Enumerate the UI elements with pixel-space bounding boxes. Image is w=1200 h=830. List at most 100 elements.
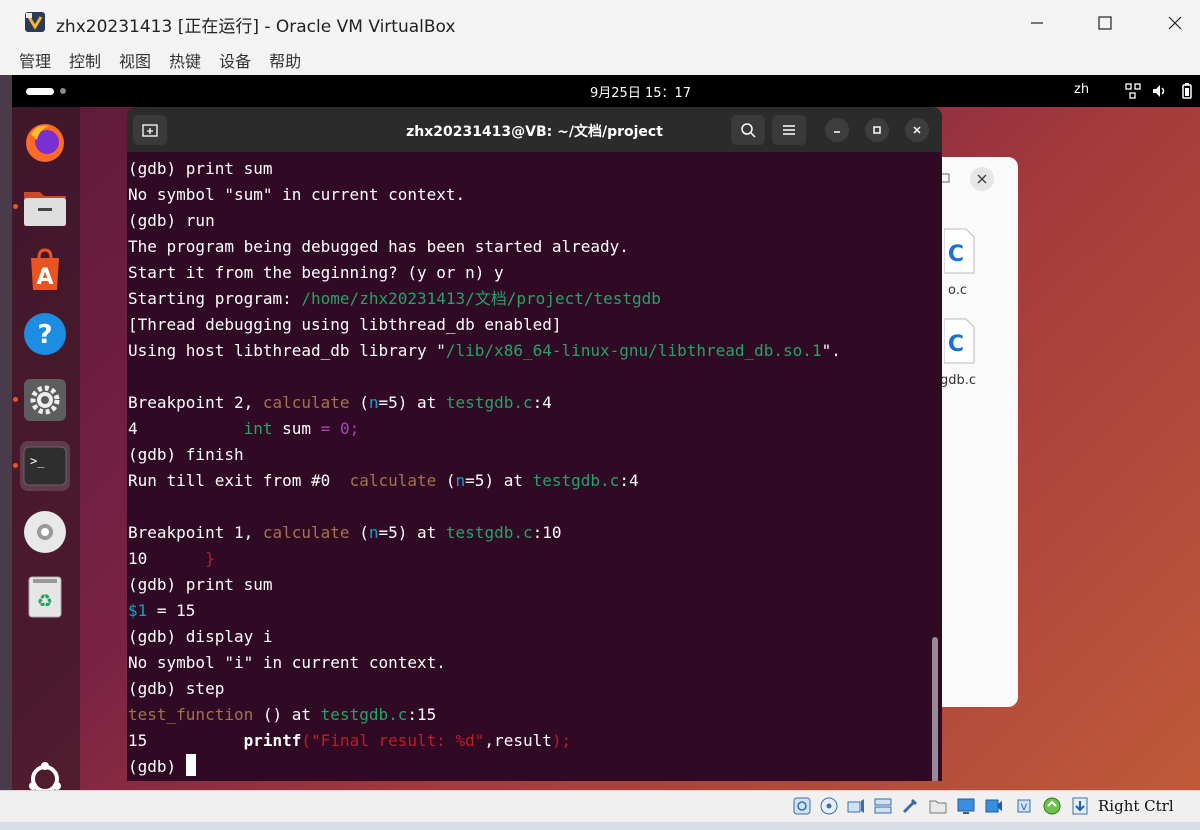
line-number: 4: [128, 419, 244, 438]
host-key-label[interactable]: Right Ctrl: [1098, 797, 1174, 815]
battery-icon[interactable]: [1178, 82, 1196, 100]
volume-icon[interactable]: [1151, 82, 1169, 100]
dock-settings[interactable]: [20, 375, 70, 425]
display-icon[interactable]: [956, 796, 976, 816]
text: :10: [532, 523, 562, 542]
menu-button[interactable]: [772, 115, 806, 145]
help-icon: ?: [24, 313, 66, 355]
menu-devices[interactable]: 设备: [219, 48, 251, 72]
terminal-output[interactable]: (gdb) print sum No symbol "sum" in curren…: [127, 152, 942, 781]
minimize-button[interactable]: [1002, 0, 1072, 45]
show-apps-icon: [29, 762, 61, 790]
terminal-line: (gdb) finish: [128, 445, 244, 464]
text: (: [349, 393, 369, 412]
file-name[interactable]: o.c: [948, 283, 967, 298]
terminal-line: Run till exit from #0 calculate (n=5) at…: [128, 468, 942, 494]
search-icon: [741, 123, 756, 138]
terminal-line: Using host libthread_db library "/lib/x8…: [128, 338, 942, 364]
mouse-integration-icon[interactable]: [1042, 796, 1062, 816]
window-title: zhx20231413 [正在运行] - Oracle VM VirtualBo…: [56, 17, 456, 37]
text: ,result: [484, 731, 552, 750]
program-path: /home/zhx20231413/文档/project/testgdb: [301, 289, 661, 308]
shared-folder-icon[interactable]: [928, 796, 948, 816]
terminal-window[interactable]: zhx20231413@VB: ~/文档/project (gdb) print…: [127, 107, 942, 781]
dock-firefox[interactable]: [20, 117, 70, 167]
dock-help[interactable]: ?: [20, 309, 70, 359]
input-method-indicator[interactable]: zh: [1074, 82, 1089, 97]
number: 0;: [330, 419, 360, 438]
optical-drive-icon[interactable]: [819, 796, 839, 816]
usb-icon[interactable]: [900, 796, 920, 816]
audio-icon[interactable]: [846, 796, 866, 816]
line-number: 10: [128, 549, 206, 568]
dock-disc[interactable]: [20, 507, 70, 557]
menu-manage[interactable]: 管理: [19, 48, 51, 72]
terminal-line: No symbol "sum" in current context.: [128, 185, 466, 204]
svg-text:♻: ♻: [37, 591, 53, 612]
file-name[interactable]: gdb.c: [940, 373, 976, 388]
cpu-icon[interactable]: V: [1014, 796, 1034, 816]
minimize-icon: [1031, 21, 1043, 24]
text-cursor: [185, 754, 196, 776]
workspace-indicator: [60, 88, 66, 94]
recording-icon[interactable]: [984, 796, 1004, 816]
close-icon: [913, 126, 921, 134]
hamburger-menu-icon: [783, 125, 795, 135]
svg-text:?: ?: [37, 320, 52, 350]
menu-view[interactable]: 视图: [119, 48, 151, 72]
network-adapter-icon[interactable]: [873, 796, 893, 816]
terminal-line: $1 = 15: [128, 598, 942, 624]
terminal-line: The program being debugged has been star…: [128, 237, 629, 256]
paren: (: [301, 731, 312, 750]
search-button[interactable]: [731, 115, 765, 145]
c-file-icon[interactable]: C: [944, 227, 976, 275]
function-call: printf: [243, 731, 302, 750]
dock-app-center[interactable]: A: [20, 245, 70, 295]
terminal-line: Starting program: /home/zhx20231413/文档/p…: [128, 286, 942, 312]
text: = 15: [147, 601, 196, 620]
function-name: calculate: [262, 393, 350, 412]
menu-help[interactable]: 帮助: [269, 48, 301, 72]
hard-disk-icon[interactable]: [792, 796, 812, 816]
close-icon: [1168, 16, 1182, 29]
source-file: testgdb.c: [320, 705, 408, 724]
network-icon[interactable]: [1124, 82, 1142, 100]
text: (: [349, 523, 369, 542]
maximize-icon: [1098, 15, 1112, 30]
text: =5) at: [465, 471, 533, 490]
text: :15: [407, 705, 437, 724]
terminal-prompt-line[interactable]: (gdb): [128, 754, 942, 780]
c-file-icon[interactable]: C: [944, 317, 976, 365]
terminal-maximize-button[interactable]: [865, 118, 889, 142]
dock-terminal[interactable]: >_: [20, 441, 70, 491]
text: =5) at: [378, 393, 446, 412]
terminal-scrollbar[interactable]: [932, 637, 938, 781]
close-window-button[interactable]: [1140, 0, 1200, 45]
menu-hotkeys[interactable]: 热键: [169, 48, 201, 72]
files-icon: [24, 192, 66, 226]
new-tab-button[interactable]: [133, 115, 167, 145]
files-window[interactable]: C o.c C gdb.c: [930, 157, 1018, 707]
activities-button[interactable]: [26, 88, 54, 95]
string-literal: "Final result: %d": [311, 731, 485, 750]
maximize-button[interactable]: [1070, 0, 1140, 45]
dock-trash[interactable]: ♻: [20, 571, 70, 621]
terminal-line: (gdb) step: [128, 679, 225, 698]
text: Breakpoint 1,: [128, 523, 263, 542]
terminal-minimize-button[interactable]: [825, 118, 849, 142]
disc-icon: [24, 511, 66, 553]
guest-screen[interactable]: 9月25日 15：17 zh A ? >_ ♻ C o.c C gdb.c zh…: [12, 75, 1200, 790]
menu-control[interactable]: 控制: [69, 48, 101, 72]
prompt: (gdb): [128, 757, 186, 776]
keyboard-capture-icon[interactable]: [1070, 796, 1090, 816]
clock[interactable]: 9月25日 15：17: [590, 82, 691, 101]
text: :4: [619, 471, 639, 490]
dock-show-apps[interactable]: [20, 754, 70, 790]
source-file: testgdb.c: [445, 523, 533, 542]
virtualbox-titlebar: zhx20231413 [正在运行] - Oracle VM VirtualBo…: [0, 0, 1200, 45]
terminal-close-button[interactable]: [905, 118, 929, 142]
dock-files[interactable]: [20, 182, 70, 232]
files-close-button[interactable]: [970, 167, 994, 191]
firefox-icon: [26, 124, 64, 162]
svg-text:C: C: [948, 242, 964, 267]
